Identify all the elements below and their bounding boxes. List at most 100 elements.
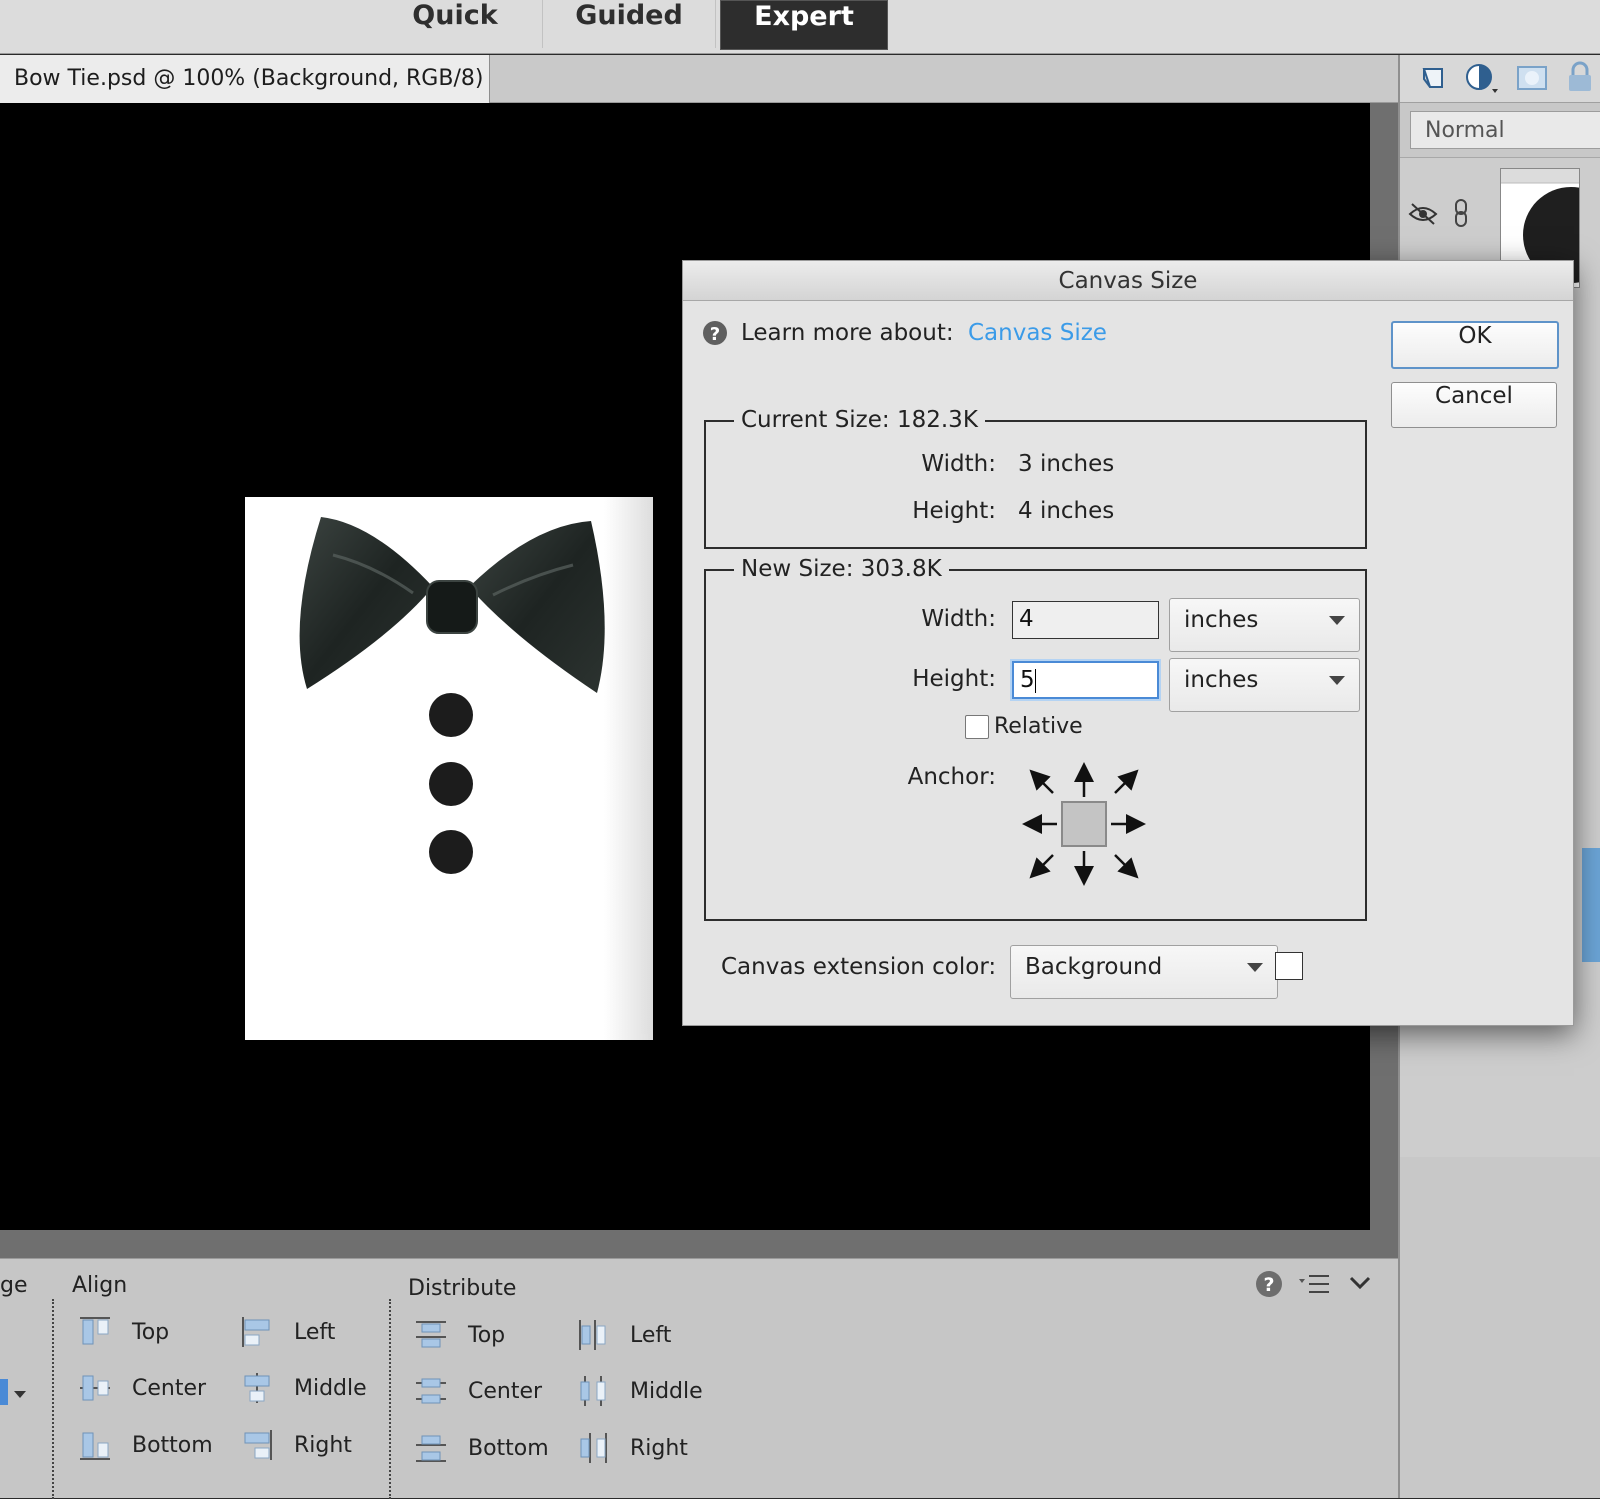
shirt-button <box>429 830 473 874</box>
current-size-legend: Current Size: 182.3K <box>734 407 985 433</box>
align-middle-label: Middle <box>294 1375 367 1401</box>
document-tab-bar: Bow Tie.psd @ 100% (Background, RGB/8) <box>0 55 1398 103</box>
distribute-left-label: Left <box>630 1322 672 1348</box>
anchor-center-icon <box>1061 801 1107 847</box>
shirt-button <box>429 693 473 737</box>
align-top-icon <box>80 1317 110 1345</box>
collapse-chevron-icon[interactable] <box>1348 1273 1372 1293</box>
align-left-button[interactable]: Left <box>240 1312 335 1352</box>
current-height-value: 4 inches <box>1018 498 1115 524</box>
lock-icon[interactable] <box>1566 61 1594 93</box>
svg-text:?: ? <box>1263 1274 1274 1296</box>
distribute-top-label: Top <box>468 1322 506 1348</box>
visibility-eye-icon[interactable] <box>1408 202 1438 226</box>
new-size-legend: New Size: 303.8K <box>734 556 949 582</box>
align-left-label: Left <box>294 1319 336 1345</box>
extension-color-swatch[interactable] <box>1275 952 1303 980</box>
shirt-button <box>429 762 473 806</box>
height-input-value: 5 <box>1020 667 1035 693</box>
relative-checkbox[interactable] <box>965 715 989 739</box>
distribute-center-label: Center <box>468 1378 543 1404</box>
new-height-label: Height: <box>912 666 996 692</box>
bow-tie-image <box>299 517 605 693</box>
layer-selection-strip <box>1582 848 1600 962</box>
layer-mask-icon[interactable] <box>1516 63 1548 93</box>
canvas-size-dialog: Canvas Size ? Learn more about: Canvas S… <box>682 260 1574 1026</box>
height-unit-value: inches <box>1184 667 1259 693</box>
distribute-middle-label: Middle <box>630 1378 703 1404</box>
link-icon[interactable] <box>1452 198 1470 228</box>
distribute-right-icon <box>580 1433 607 1463</box>
current-width-label: Width: <box>921 451 996 477</box>
arrange-label-partial: ge <box>0 1273 28 1298</box>
align-top-label: Top <box>132 1319 170 1345</box>
document-tab[interactable]: Bow Tie.psd @ 100% (Background, RGB/8) <box>0 55 490 103</box>
learn-more-link[interactable]: Canvas Size <box>968 320 1107 346</box>
distribute-left-icon <box>579 1320 606 1350</box>
width-input[interactable]: 4 <box>1012 601 1159 639</box>
extension-color-label: Canvas extension color: <box>721 954 997 980</box>
align-bottom-button[interactable]: Bottom <box>78 1425 213 1465</box>
align-title: Align <box>72 1273 128 1298</box>
blend-mode-select[interactable]: Normal <box>1410 111 1600 149</box>
tool-options-bar: ge Align Top Center Bottom Left Middle R… <box>0 1258 1398 1499</box>
text-cursor <box>1034 668 1036 693</box>
align-bottom-icon <box>80 1432 110 1460</box>
align-middle-button[interactable]: Middle <box>240 1368 367 1408</box>
current-height-label: Height: <box>912 498 996 524</box>
align-center-button[interactable]: Center <box>78 1368 206 1408</box>
distribute-middle-button[interactable]: Middle <box>576 1371 703 1411</box>
chevron-down-icon <box>1247 963 1263 972</box>
svg-text:?: ? <box>710 324 720 345</box>
dialog-title: Canvas Size <box>683 261 1573 301</box>
chevron-down-icon <box>1329 616 1345 625</box>
width-unit-value: inches <box>1184 607 1259 633</box>
chevron-down-icon <box>1329 676 1345 685</box>
current-size-group <box>704 420 1367 549</box>
align-middle-icon <box>244 1373 270 1403</box>
adjustment-layer-icon[interactable] <box>1464 62 1500 96</box>
ok-button[interactable]: OK <box>1391 321 1559 369</box>
distribute-top-icon <box>416 1321 446 1348</box>
anchor-label: Anchor: <box>907 764 996 790</box>
align-right-label: Right <box>294 1432 352 1458</box>
separator <box>52 1299 54 1499</box>
distribute-right-label: Right <box>630 1435 688 1461</box>
align-top-button[interactable]: Top <box>78 1312 169 1352</box>
tab-guided[interactable]: Guided <box>542 0 716 48</box>
distribute-bottom-button[interactable]: Bottom <box>414 1428 549 1468</box>
cancel-button[interactable]: Cancel <box>1391 382 1557 428</box>
horizontal-scrollbar[interactable] <box>0 1230 1398 1258</box>
separator <box>389 1299 391 1499</box>
distribute-middle-icon <box>580 1376 606 1406</box>
align-center-icon <box>80 1375 110 1401</box>
tab-expert[interactable]: Expert <box>720 0 888 50</box>
arrange-dropdown-icon[interactable] <box>0 1377 30 1409</box>
distribute-right-button[interactable]: Right <box>576 1428 688 1468</box>
distribute-top-button[interactable]: Top <box>414 1315 505 1355</box>
document-image <box>245 497 653 1040</box>
anchor-grid[interactable] <box>1019 759 1149 889</box>
new-width-label: Width: <box>921 606 996 632</box>
distribute-bottom-label: Bottom <box>468 1435 549 1461</box>
height-unit-select[interactable]: inches <box>1169 658 1360 712</box>
height-input[interactable]: 5 <box>1012 661 1159 699</box>
align-center-label: Center <box>132 1375 207 1401</box>
relative-label: Relative <box>994 714 1083 739</box>
current-width-value: 3 inches <box>1018 451 1115 477</box>
align-bottom-label: Bottom <box>132 1432 213 1458</box>
distribute-title: Distribute <box>408 1276 517 1301</box>
extension-color-select[interactable]: Background <box>1010 945 1278 999</box>
mode-bar: Quick Guided Expert <box>0 0 1600 54</box>
align-left-icon <box>242 1317 270 1347</box>
distribute-center-button[interactable]: Center <box>414 1371 542 1411</box>
width-unit-select[interactable]: inches <box>1169 598 1360 652</box>
help-icon[interactable]: ? <box>1254 1269 1284 1299</box>
distribute-left-button[interactable]: Left <box>576 1315 671 1355</box>
align-right-button[interactable]: Right <box>240 1425 352 1465</box>
panel-menu-icon[interactable] <box>1298 1271 1330 1297</box>
new-layer-icon[interactable] <box>1418 63 1448 93</box>
learn-more-label: Learn more about: <box>741 320 954 346</box>
distribute-bottom-icon <box>416 1435 446 1462</box>
tab-quick[interactable]: Quick <box>375 0 535 48</box>
